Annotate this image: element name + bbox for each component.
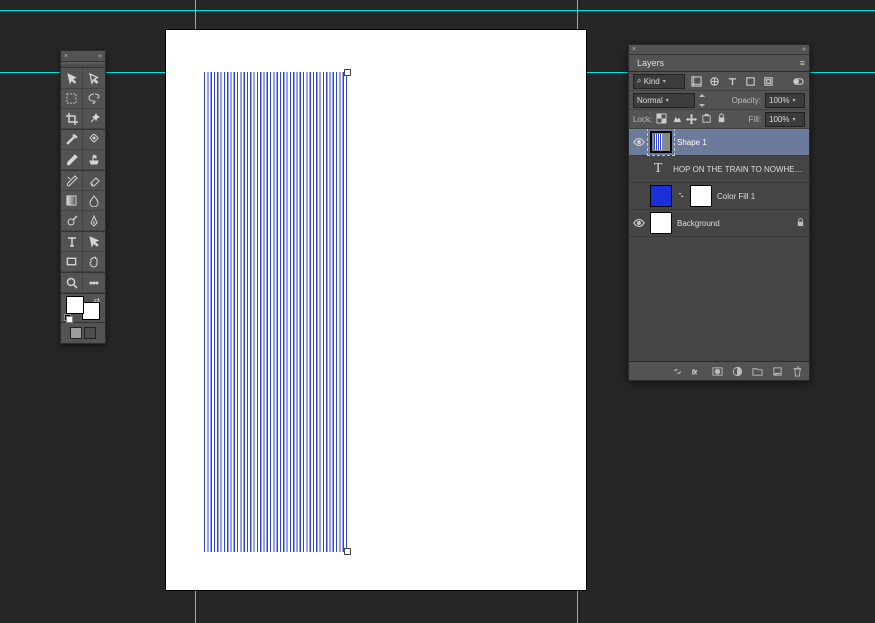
transform-handle[interactable] — [344, 69, 351, 76]
magic-wand-tool[interactable] — [83, 109, 104, 129]
layer-row[interactable]: T HOP ON THE TRAIN TO NOWHERE BABY — [629, 156, 809, 183]
screen-mode-buttons — [61, 322, 105, 343]
adjustment-layer-icon[interactable] — [730, 364, 744, 378]
search-icon: ⌕ — [637, 76, 641, 86]
move-tool[interactable] — [61, 69, 83, 89]
layers-footer: fx — [629, 362, 809, 380]
raster-thumbnail — [650, 212, 672, 234]
collapse-icon[interactable]: » — [98, 53, 102, 60]
shape-thumbnail — [650, 131, 672, 153]
type-layer-icon: T — [648, 159, 668, 179]
filter-pixel-icon[interactable] — [689, 74, 703, 88]
quickmask-off-icon[interactable] — [70, 327, 82, 339]
clone-stamp-tool[interactable] — [83, 150, 104, 170]
document-canvas[interactable] — [166, 30, 586, 590]
hand-tool[interactable] — [83, 252, 104, 272]
lock-row: Lock: Fill: 100%▾ — [629, 110, 809, 129]
filter-toggle-icon[interactable] — [791, 74, 805, 88]
opacity-field[interactable]: 100%▾ — [765, 93, 805, 108]
filter-kind-select[interactable]: ⌕ Kind ▾ — [633, 74, 685, 89]
panel-header[interactable]: × » — [629, 45, 809, 55]
eraser-tool[interactable] — [83, 171, 104, 191]
mask-link-icon[interactable] — [677, 191, 685, 201]
close-icon[interactable]: × — [632, 46, 636, 53]
visibility-toggle[interactable] — [633, 217, 645, 229]
tab-layers[interactable]: Layers — [633, 57, 668, 69]
layer-name[interactable]: Color Fill 1 — [717, 192, 755, 201]
gradient-tool[interactable] — [61, 191, 83, 211]
fill-label: Fill: — [749, 115, 761, 124]
link-layers-icon[interactable] — [670, 364, 684, 378]
layer-mask-icon[interactable] — [710, 364, 724, 378]
filter-smart-icon[interactable] — [761, 74, 775, 88]
lock-image-icon[interactable] — [671, 113, 682, 126]
mask-thumbnail — [690, 185, 712, 207]
marquee-tool[interactable] — [61, 89, 83, 109]
delete-layer-icon[interactable] — [790, 364, 804, 378]
fill-thumbnail — [650, 185, 672, 207]
blend-mode-stepper[interactable] — [699, 94, 707, 107]
visibility-toggle[interactable] — [633, 190, 645, 202]
fx-icon[interactable]: fx — [690, 364, 704, 378]
lock-transparency-icon[interactable] — [656, 113, 667, 126]
fill-field[interactable]: 100%▾ — [765, 112, 805, 127]
visibility-toggle[interactable] — [633, 163, 643, 175]
visibility-toggle[interactable] — [633, 136, 645, 148]
brush-tool[interactable] — [61, 150, 83, 170]
guide-horizontal — [0, 10, 875, 11]
filter-shape-icon[interactable] — [743, 74, 757, 88]
path-select-tool[interactable] — [83, 232, 104, 252]
svg-text:fx: fx — [692, 368, 698, 375]
transform-handle[interactable] — [344, 548, 351, 555]
collapse-icon[interactable]: » — [802, 46, 806, 53]
tools-panel[interactable]: × » ⇄ — [60, 50, 106, 344]
panel-grip[interactable] — [61, 61, 105, 68]
blur-tool[interactable] — [83, 191, 104, 211]
foreground-background-colors[interactable]: ⇄ — [61, 294, 105, 322]
layer-name[interactable]: Shape 1 — [677, 138, 707, 147]
panel-menu-icon[interactable]: ≡ — [800, 58, 805, 68]
zoom-tool[interactable] — [61, 273, 83, 293]
pen-tool[interactable] — [83, 211, 104, 231]
lock-icon[interactable] — [796, 218, 805, 229]
history-brush-tool[interactable] — [61, 171, 83, 191]
layer-row[interactable]: Color Fill 1 — [629, 183, 809, 210]
group-icon[interactable] — [750, 364, 764, 378]
dodge-tool[interactable] — [61, 211, 83, 231]
filter-type-icon[interactable] — [725, 74, 739, 88]
foreground-color-swatch[interactable] — [66, 296, 84, 314]
layers-list[interactable]: Shape 1 T HOP ON THE TRAIN TO NOWHERE BABY… — [629, 129, 809, 362]
blend-mode-select[interactable]: Normal▾ — [633, 93, 695, 108]
direct-select-tool[interactable] — [83, 69, 104, 89]
lock-position-icon[interactable] — [686, 113, 697, 126]
layer-filter-row: ⌕ Kind ▾ — [629, 72, 809, 91]
type-tool[interactable] — [61, 232, 83, 252]
blend-row: Normal▾ Opacity: 100%▾ — [629, 91, 809, 110]
eyedropper-tool[interactable] — [61, 130, 83, 150]
lock-all-icon[interactable] — [716, 113, 727, 126]
layers-panel[interactable]: × » Layers ≡ ⌕ Kind ▾ Normal▾ Opacity: 1… — [628, 44, 810, 381]
lock-label: Lock: — [633, 115, 652, 124]
layer-row[interactable]: Shape 1 — [629, 129, 809, 156]
lasso-tool[interactable] — [83, 89, 104, 109]
close-icon[interactable]: × — [64, 53, 68, 60]
opacity-label: Opacity: — [732, 96, 761, 105]
background-color-swatch[interactable] — [82, 302, 100, 320]
shape-layer-preview[interactable] — [204, 72, 348, 552]
spot-heal-tool[interactable] — [83, 130, 104, 150]
quickmask-on-icon[interactable] — [84, 327, 96, 339]
filter-adjustment-icon[interactable] — [707, 74, 721, 88]
panel-header[interactable]: × » — [61, 51, 105, 61]
crop-tool[interactable] — [61, 109, 83, 129]
layer-row[interactable]: Background — [629, 210, 809, 237]
edit-toolbar[interactable] — [83, 273, 104, 293]
rectangle-tool[interactable] — [61, 252, 83, 272]
new-layer-icon[interactable] — [770, 364, 784, 378]
lock-artboard-icon[interactable] — [701, 113, 712, 126]
default-colors-icon[interactable] — [64, 314, 71, 321]
layer-name[interactable]: Background — [677, 219, 720, 228]
layer-name[interactable]: HOP ON THE TRAIN TO NOWHERE BABY — [673, 165, 805, 174]
